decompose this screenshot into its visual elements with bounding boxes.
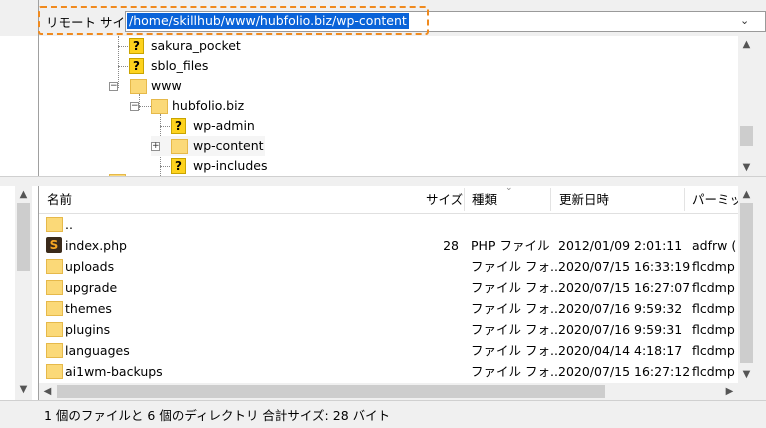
folder-icon xyxy=(151,99,168,114)
folder-icon xyxy=(46,301,63,316)
column-header-name[interactable]: 名前 xyxy=(47,186,72,213)
file-type: ファイル フォ... xyxy=(471,259,562,274)
file-type: ファイル フォ... xyxy=(471,280,562,295)
question-folder-icon: ? xyxy=(171,158,186,174)
file-type: ファイル フォ... xyxy=(471,301,562,316)
local-tree-pane xyxy=(0,36,39,176)
file-name: .. xyxy=(65,217,73,232)
table-row[interactable]: Sindex.php 28 PHP ファイル 2012/01/09 2:01:11 ad… xyxy=(39,235,738,256)
file-name: plugins xyxy=(65,322,111,337)
highlight-annotation-box xyxy=(38,6,429,35)
tree-item[interactable]: − www xyxy=(109,76,249,96)
sort-indicator-icon: ⌄ xyxy=(505,183,513,193)
chevron-down-icon[interactable]: ⌄ xyxy=(740,14,749,27)
horizontal-scrollbar[interactable]: ◀ ▶ xyxy=(39,383,755,400)
file-name: uploads xyxy=(65,259,115,274)
file-name: upgrade xyxy=(65,280,118,295)
tree-scrollbar[interactable]: ▲ ▼ xyxy=(738,36,755,176)
file-permissions: flcdmp xyxy=(692,322,735,337)
scroll-left-arrow-icon[interactable]: ◀ xyxy=(39,383,56,400)
file-modified: 2020/04/14 4:18:17 xyxy=(558,343,683,358)
file-list-header: 名前 サイズ 種類 ⌄ 更新日時 パーミッシ xyxy=(39,183,738,214)
tree-item-label: wp-content xyxy=(193,138,264,153)
collapse-icon[interactable]: − xyxy=(109,82,118,91)
file-permissions: flcdmp xyxy=(692,301,735,316)
file-permissions: flcdmp xyxy=(692,364,735,379)
table-row[interactable]: uploads ファイル フォ... 2020/07/15 16:33:19 flcd… xyxy=(39,256,738,277)
scroll-thumb[interactable] xyxy=(740,203,753,363)
file-type: ファイル フォ... xyxy=(471,364,562,379)
tree-item-selected[interactable]: + wp-content xyxy=(151,136,265,156)
scroll-down-arrow-icon[interactable]: ▼ xyxy=(15,381,32,398)
scroll-right-arrow-icon[interactable]: ▶ xyxy=(721,383,738,400)
table-row[interactable]: ai1wm-backups ファイル フォ... 2020/07/15 16:27:… xyxy=(39,361,738,382)
tree-item-label: hubfolio.biz xyxy=(172,98,245,113)
question-folder-icon: ? xyxy=(129,58,144,74)
scroll-up-arrow-icon[interactable]: ▲ xyxy=(738,36,755,53)
file-type: PHP ファイル xyxy=(471,238,550,253)
file-type: ファイル フォ... xyxy=(471,343,562,358)
file-modified: 2020/07/15 16:27:12 xyxy=(558,364,691,379)
folder-icon xyxy=(46,364,63,379)
folder-icon xyxy=(46,217,63,232)
file-modified: 2020/07/16 9:59:32 xyxy=(558,301,683,316)
local-scrollbar[interactable]: ▲ ▼ xyxy=(15,186,32,400)
question-folder-icon: ? xyxy=(171,118,186,134)
status-text: 1 個のファイルと 6 個のディレクトリ 合計サイズ: 28 バイト xyxy=(44,408,391,423)
table-row[interactable]: .. xyxy=(39,214,738,235)
column-header-type[interactable]: 種類 xyxy=(472,186,497,213)
table-row[interactable]: upgrade ファイル フォ... 2020/07/15 16:27:07 flcd… xyxy=(39,277,738,298)
file-permissions: flcdmp xyxy=(692,280,735,295)
folder-icon xyxy=(171,139,188,154)
tree-item-label: wp-includes xyxy=(193,158,268,173)
table-row[interactable]: languages ファイル フォ... 2020/04/14 4:18:17 flc… xyxy=(39,340,738,361)
scroll-thumb[interactable] xyxy=(57,385,605,398)
file-permissions: flcdmp xyxy=(692,259,735,274)
php-file-icon: S xyxy=(46,237,62,253)
file-name: index.php xyxy=(65,238,127,253)
folder-icon xyxy=(46,343,63,358)
tree-item[interactable]: − hubfolio.biz xyxy=(130,96,290,116)
expand-icon[interactable]: + xyxy=(151,142,160,151)
file-name: ai1wm-backups xyxy=(65,364,163,379)
remote-directory-tree[interactable]: ? sakura_pocket ? sblo_files − www − hub… xyxy=(39,36,738,176)
folder-icon xyxy=(46,259,63,274)
file-permissions: adfrw ( xyxy=(692,238,737,253)
tree-item-label: sakura_pocket xyxy=(151,38,241,53)
scroll-thumb[interactable] xyxy=(740,126,753,146)
file-modified: 2012/01/09 2:01:11 xyxy=(558,238,683,253)
scroll-up-arrow-icon[interactable]: ▲ xyxy=(738,186,755,203)
tree-item-label: sblo_files xyxy=(151,58,209,73)
scroll-up-arrow-icon[interactable]: ▲ xyxy=(15,186,32,203)
question-folder-icon: ? xyxy=(129,38,144,54)
file-size: 28 xyxy=(443,238,459,253)
scroll-thumb[interactable] xyxy=(17,203,30,271)
table-row[interactable]: themes ファイル フォ... 2020/07/16 9:59:32 flcdmp xyxy=(39,298,738,319)
scroll-down-arrow-icon[interactable]: ▼ xyxy=(738,366,755,383)
file-type: ファイル フォ... xyxy=(471,322,562,337)
file-modified: 2020/07/15 16:33:19 xyxy=(558,259,691,274)
scroll-down-arrow-icon[interactable]: ▼ xyxy=(738,159,755,176)
folder-icon xyxy=(46,322,63,337)
file-name: languages xyxy=(65,343,130,358)
folder-icon xyxy=(46,280,63,295)
table-row[interactable]: plugins ファイル フォ... 2020/07/16 9:59:31 flcdm… xyxy=(39,319,738,340)
tree-item-label: www xyxy=(151,78,182,93)
column-header-size[interactable]: サイズ xyxy=(426,186,463,213)
file-modified: 2020/07/15 16:27:07 xyxy=(558,280,691,295)
column-header-permissions[interactable]: パーミッシ xyxy=(692,186,738,213)
file-name: themes xyxy=(65,301,112,316)
file-permissions: flcdmp xyxy=(692,343,735,358)
file-modified: 2020/07/16 9:59:31 xyxy=(558,322,683,337)
collapse-icon[interactable]: − xyxy=(130,102,139,111)
folder-icon xyxy=(130,79,147,94)
list-scrollbar[interactable]: ▲ ▼ xyxy=(738,186,755,383)
local-path-pane xyxy=(0,0,39,36)
tree-item-label: wp-admin xyxy=(193,118,255,133)
column-header-modified[interactable]: 更新日時 xyxy=(559,186,609,213)
